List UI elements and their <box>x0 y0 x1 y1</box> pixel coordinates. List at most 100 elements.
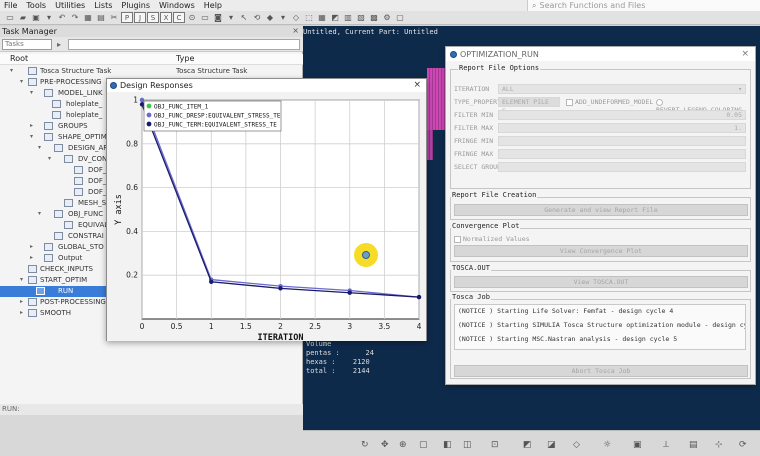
refresh-icon[interactable]: ⟳ <box>739 440 747 450</box>
fringe-max-input[interactable] <box>498 149 746 159</box>
search-input[interactable]: Search Functions and Files <box>539 1 645 10</box>
dof-icon <box>74 177 83 185</box>
y-tick-label: 0.2 <box>126 271 138 280</box>
file-icon <box>52 111 61 119</box>
x-tick-label: 3 <box>347 322 352 331</box>
new-file-icon[interactable]: ▭ <box>4 12 16 23</box>
delete-icon[interactable]: ▥ <box>342 12 354 23</box>
view-mode-icon[interactable]: ▢ <box>419 440 428 450</box>
box-icon[interactable]: ▢ <box>394 12 406 23</box>
iso-view-icon[interactable]: ◇ <box>573 440 580 450</box>
undo-icon[interactable]: ↶ <box>56 12 68 23</box>
arrow-right-icon[interactable]: ▸ <box>53 39 65 50</box>
grid-icon[interactable]: ▦ <box>82 12 94 23</box>
view-tosca-out-button[interactable]: View TOSCA.OUT <box>454 276 748 288</box>
table-icon[interactable]: ▩ <box>368 12 380 23</box>
rotate-icon[interactable]: ⟲ <box>251 12 263 23</box>
menu-windows[interactable]: Windows <box>159 1 195 10</box>
measure-icon[interactable]: ⟂ <box>663 440 669 450</box>
element-icon[interactable]: ⬚ <box>303 12 315 23</box>
toolbar-j-icon[interactable]: J <box>134 12 146 23</box>
type-property-select[interactable]: ELEMENT PILE S▾ <box>498 97 560 115</box>
menu-utilities[interactable]: Utilities <box>55 1 85 10</box>
screen-icon[interactable]: ▭ <box>199 12 211 23</box>
select-group-input[interactable] <box>498 162 746 172</box>
filter-max-input[interactable]: 1. <box>498 123 746 133</box>
close-icon[interactable]: × <box>292 26 299 35</box>
objective-icon <box>54 210 63 218</box>
save-icon[interactable]: ▣ <box>30 12 42 23</box>
toolbar-c-icon[interactable]: C <box>173 12 185 23</box>
redo-icon[interactable]: ↷ <box>69 12 81 23</box>
output-icon <box>44 254 53 262</box>
viewport-title: Untitled, Current Part: Untitled <box>303 28 438 36</box>
x-axis-label: ITERATION <box>257 333 303 341</box>
side-view-icon[interactable]: ◪ <box>547 440 556 450</box>
mesh-model-edge <box>427 130 433 160</box>
legend-entry: OBJ_FUNC_ITEM_1 <box>154 104 209 111</box>
view-convergence-button[interactable]: View Convergence Plot <box>454 245 748 257</box>
toolbar-p-icon[interactable]: P <box>121 12 133 23</box>
data-point <box>139 102 145 107</box>
x-tick-label: 0.5 <box>171 322 183 331</box>
iteration-select[interactable]: ALL ▾ <box>498 84 746 94</box>
mesh-icon[interactable]: ▤ <box>95 12 107 23</box>
mask-icon[interactable]: ◩ <box>329 12 341 23</box>
generate-report-button[interactable]: Generate and view Report File <box>454 204 748 216</box>
menu-file[interactable]: File <box>4 1 17 10</box>
node-icon[interactable]: ◇ <box>290 12 302 23</box>
pan-icon[interactable]: ✥ <box>381 440 389 450</box>
fit-icon[interactable]: ⊡ <box>491 440 499 450</box>
filter-min-input[interactable]: 0.05 <box>498 110 746 120</box>
open-folder-icon[interactable]: ▰ <box>17 12 29 23</box>
paint-icon[interactable]: ◆ <box>264 12 276 23</box>
calendar-icon[interactable]: ▧ <box>355 12 367 23</box>
menu-lists[interactable]: Lists <box>94 1 112 10</box>
settings-icon[interactable]: ⚙ <box>381 12 393 23</box>
pointer-icon[interactable]: ↖ <box>238 12 250 23</box>
close-icon[interactable]: × <box>413 80 421 90</box>
front-view-icon[interactable]: ◩ <box>523 440 532 450</box>
grid-view-icon[interactable]: ▦ <box>316 12 328 23</box>
tosca-job-log[interactable]: (NOTICE ) Starting Life Solver: Femfat -… <box>454 304 746 350</box>
tasks-filter-select[interactable]: Tasks <box>2 39 52 50</box>
box-view-icon[interactable]: ▣ <box>633 440 642 450</box>
y-tick-label: 1 <box>133 96 138 105</box>
design-responses-title-bar[interactable]: Design Responses × <box>107 79 426 92</box>
dropdown-icon[interactable]: ▾ <box>43 12 55 23</box>
add-undeformed-checkbox[interactable]: ADD_UNDEFORMED_MODEL <box>566 98 653 106</box>
zoom-icon[interactable]: ⊕ <box>399 440 407 450</box>
task-filter-input[interactable] <box>68 39 300 50</box>
optimization-run-window[interactable]: OPTIMIZATION_RUN × Report File Options I… <box>445 46 756 385</box>
normalized-values-checkbox[interactable]: Normalized Values <box>454 235 530 243</box>
camera-dropdown-icon[interactable]: ▾ <box>225 12 237 23</box>
paint-dropdown-icon[interactable]: ▾ <box>277 12 289 23</box>
root-column-header: Root <box>10 54 29 63</box>
close-icon[interactable]: × <box>741 49 749 59</box>
light-icon[interactable]: ☼ <box>603 440 611 450</box>
search-box[interactable]: ⌕ Search Functions and Files <box>527 0 760 11</box>
tree-row[interactable]: ▾ Tosca Structure Task Tosca Structure Tas… <box>0 66 303 77</box>
rotate-view-icon[interactable]: ↻ <box>361 440 369 450</box>
toolbar-s-icon[interactable]: S <box>147 12 159 23</box>
cut-icon[interactable]: ✂ <box>108 12 120 23</box>
design-responses-window[interactable]: Design Responses × 0 0.5 1 1.5 2 2.5 3 3.5 4 0.2 0… <box>106 78 427 341</box>
menu-plugins[interactable]: Plugins <box>121 1 150 10</box>
legend-entry: OBJ_FUNC_DRESP:EQUIVALENT_STRESS_TE <box>154 113 281 120</box>
axis-icon[interactable]: ⊹ <box>715 440 723 450</box>
section-icon[interactable]: ◫ <box>463 440 472 450</box>
dof-icon <box>74 188 83 196</box>
section-title: Tosca Job <box>451 293 491 301</box>
render-mode-icon[interactable]: ◧ <box>443 440 452 450</box>
optimization-title-bar[interactable]: OPTIMIZATION_RUN × <box>446 47 755 61</box>
target-icon[interactable]: ⊙ <box>186 12 198 23</box>
abort-tosca-job-button[interactable]: Abort Tosca Job <box>454 365 748 377</box>
menu-help[interactable]: Help <box>204 1 222 10</box>
camera-icon[interactable]: ◙ <box>212 12 224 23</box>
post-icon <box>28 298 37 306</box>
bottom-panel <box>0 415 303 456</box>
layers-icon[interactable]: ▤ <box>689 440 698 450</box>
fringe-min-input[interactable] <box>498 136 746 146</box>
menu-tools[interactable]: Tools <box>26 1 46 10</box>
toolbar-x-icon[interactable]: X <box>160 12 172 23</box>
